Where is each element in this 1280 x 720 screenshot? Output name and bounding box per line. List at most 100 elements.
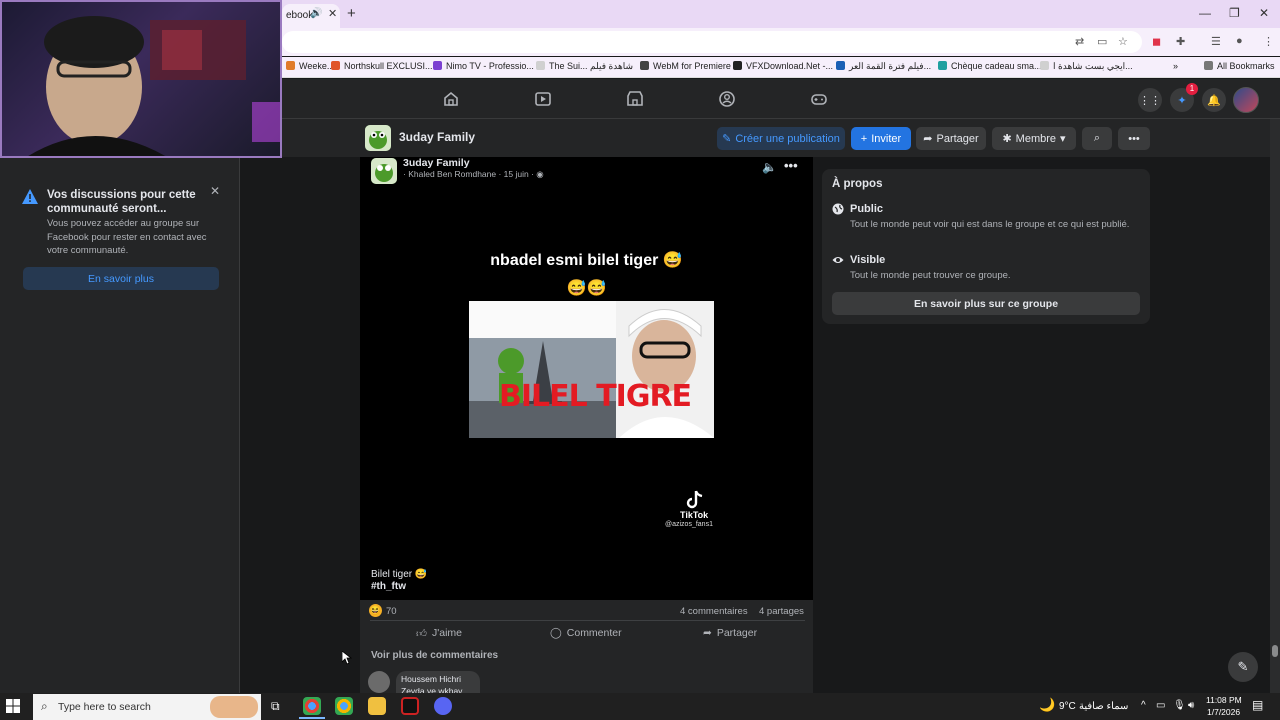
close-icon[interactable]: ✕ [210,184,220,198]
avatar[interactable] [371,158,397,184]
media-icon[interactable]: ☰ [1211,35,1221,48]
bookmark-item[interactable]: Weeke... [286,61,334,71]
menu-grid-icon[interactable]: ⋮⋮ [1138,88,1162,112]
post-author[interactable]: Khaled Ben Romdhane [408,169,496,179]
reaction-count[interactable]: 70 [386,606,397,617]
video-thumbnail: BILEL TIGRE [469,301,714,438]
install-icon[interactable]: ▭ [1097,35,1107,48]
new-tab-button[interactable]: + [347,5,356,22]
windows-start-icon[interactable] [6,699,20,713]
close-icon[interactable]: ✕ [328,7,337,20]
speaker-icon[interactable]: 🔈 [762,160,777,174]
post-hashtag[interactable]: #th_ftw [371,581,406,592]
thumbs-up-icon: 👍︎ [416,627,427,640]
haha-reaction-icon[interactable]: 😆 [369,604,382,617]
home-icon[interactable] [442,90,460,108]
new-message-button[interactable]: ✎ [1228,652,1258,682]
post-meta: · Khaled Ben Romdhane · 15 juin · ◉ [403,169,544,179]
search-button[interactable]: ⌕ [1082,127,1112,150]
notice-title: Vos discussions pour cette communauté se… [47,189,196,215]
bookmark-item[interactable]: VFXDownload.Net -... [733,61,833,71]
task-view-icon[interactable]: ⧉ [271,699,280,714]
volume-icon[interactable]: 🔊︎ [1188,700,1194,711]
extension-icon[interactable]: ◼ [1152,35,1161,48]
about-group-button[interactable]: En savoir plus sur ce groupe [832,292,1140,315]
share-group-button[interactable]: ➦ Partager [916,127,986,150]
minimize-icon[interactable]: — [1199,6,1211,20]
chrome-icon[interactable] [303,697,321,715]
gaming-icon[interactable] [810,90,828,108]
invite-button[interactable]: + Inviter [851,127,911,150]
obs-icon[interactable] [401,697,419,715]
post-group-name[interactable]: 3uday Family [403,157,470,169]
facebook-top-nav [282,79,1280,119]
scrollbar-thumb[interactable] [1272,645,1278,657]
about-title: À propos [832,178,883,190]
file-explorer-icon[interactable] [368,697,386,715]
video-icon[interactable] [534,90,552,108]
webcam-feed-image [28,16,280,156]
share-post-button[interactable]: ➦ Partager [703,625,757,641]
star-icon[interactable]: ☆ [1118,35,1128,48]
close-window-icon[interactable]: ✕ [1259,6,1269,20]
comment-button[interactable]: ◯ Commenter [550,625,622,641]
bookmark-favicon-icon [286,61,295,70]
bookmark-item[interactable]: ايجي بست شاهدة ا... [1040,61,1133,72]
scrollbar[interactable] [1270,119,1280,693]
public-description: Tout le monde peut voir qui est dans le … [850,219,1130,230]
speaker-icon[interactable]: 🔊 [310,8,322,19]
visible-title: Visible [850,254,886,266]
kebab-menu-icon[interactable]: ⋮ [1263,35,1274,48]
bookmark-item[interactable]: فيلم فترة القمة العر... [836,61,931,72]
comment-author[interactable]: Houssem Hichri [401,674,461,684]
folder-icon [1204,61,1213,70]
bookmark-item[interactable]: Northskull EXCLUSI... [331,61,433,71]
chrome-profile-icon[interactable] [335,697,353,715]
avatar[interactable] [1233,87,1259,113]
bookmark-item[interactable]: Chèque cadeau sma... [938,61,1042,71]
clock-time[interactable]: 11:08 PM [1206,695,1242,705]
translate-icon[interactable]: ⇄ [1075,35,1084,48]
bell-icon[interactable]: 🔔 [1202,88,1226,112]
weather-temperature[interactable]: 9°C [1059,701,1076,712]
create-post-button[interactable]: ✎ Créer une publication [717,127,845,150]
more-options-button[interactable]: ••• [1118,127,1150,150]
share-icon: ➦ [703,627,712,639]
edit-icon: ✎ [722,133,732,145]
member-button[interactable]: ✱ Membre ▾ [992,127,1076,150]
post-date[interactable]: 15 juin [504,169,529,179]
chevron-up-icon[interactable]: ^ [1141,700,1146,711]
compose-icon: ✎ [1237,659,1249,674]
notifications-icon[interactable]: ▤ [1252,698,1263,712]
bookmark-item[interactable]: Nimo TV - Professio... [433,61,534,71]
microphone-icon[interactable]: 🎙︎ [1173,700,1186,711]
comment-count[interactable]: 4 commentaires [680,606,748,617]
all-bookmarks[interactable]: All Bookmarks [1204,61,1275,71]
ellipsis-icon[interactable]: ••• [784,158,798,173]
search-highlight-image [210,696,258,718]
see-more-comments-link[interactable]: Voir plus de commentaires [371,650,498,661]
discord-icon[interactable] [434,697,452,715]
notification-badge: 1 [1186,83,1198,95]
learn-more-button[interactable]: En savoir plus [23,267,219,290]
network-icon[interactable]: ▭ [1156,700,1165,711]
like-button[interactable]: 👍︎ J'aime [416,625,462,641]
groups-icon[interactable] [718,90,736,108]
tiktok-handle: @azizos_fans1 [665,521,713,528]
puzzle-icon[interactable]: ✚ [1176,35,1185,48]
weather-description[interactable]: سماء صافية [1079,701,1128,712]
marketplace-icon[interactable] [626,90,644,108]
clock-date[interactable]: 1/7/2026 [1207,707,1240,717]
bookmarks-overflow-icon[interactable]: » [1173,61,1178,71]
restore-icon[interactable]: ❐ [1229,6,1240,20]
profile-icon[interactable]: ● [1236,35,1243,47]
share-icon: ➦ [923,133,933,145]
avatar[interactable] [368,671,390,693]
group-name[interactable]: 3uday Family [399,130,475,144]
group-avatar[interactable] [365,125,391,151]
bookmark-item[interactable]: The Sui... شاهدة فيلم [536,61,633,72]
bookmark-label: WebM for Premiere [653,61,731,71]
share-count[interactable]: 4 partages [759,606,804,617]
address-bar[interactable] [282,31,1142,53]
bookmark-item[interactable]: WebM for Premiere [640,61,731,71]
